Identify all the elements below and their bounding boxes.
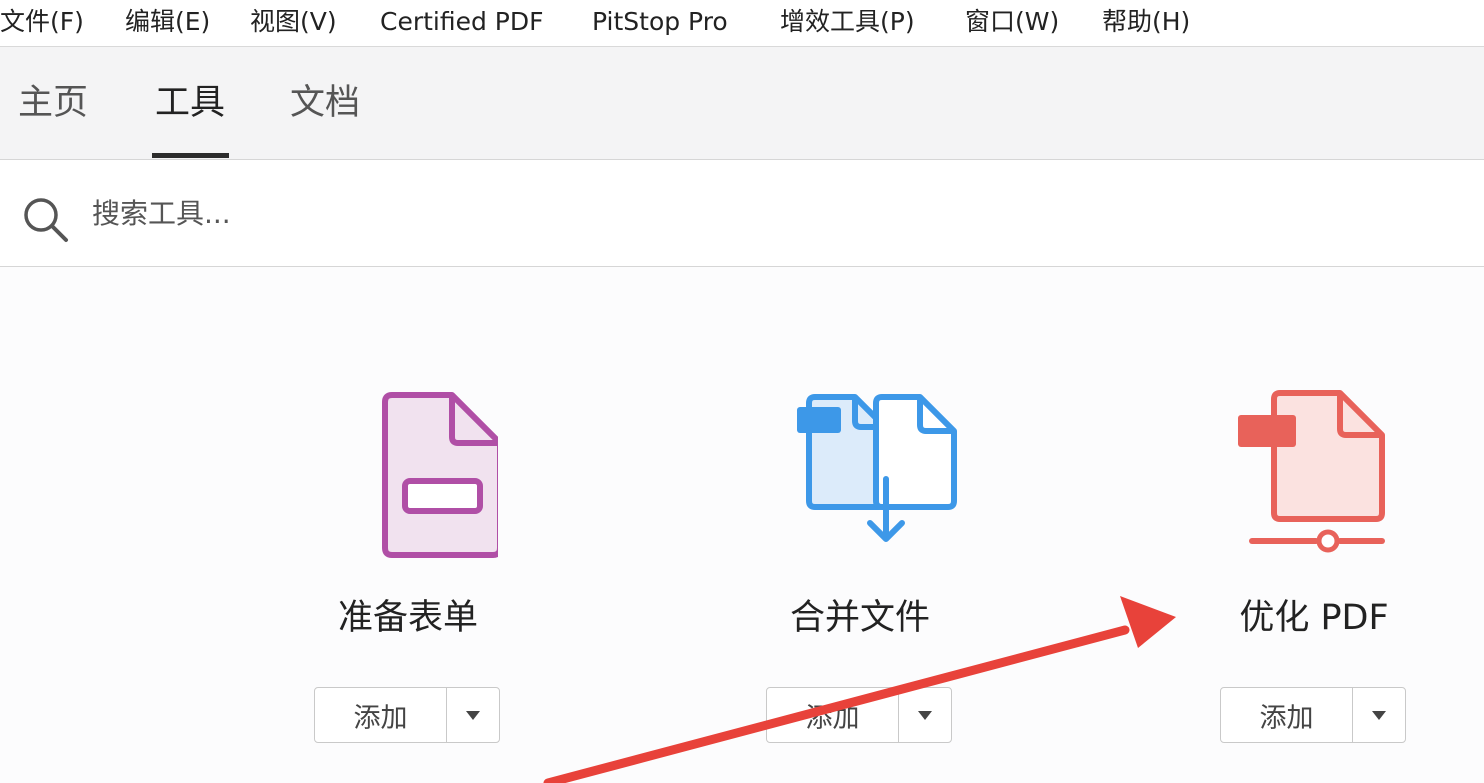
menu-pitstop-pro[interactable]: PitStop Pro	[592, 7, 728, 37]
tab-tools[interactable]: 工具	[155, 83, 225, 123]
menu-file[interactable]: 文件(F)	[0, 7, 84, 37]
add-button-prepare-form[interactable]: 添加	[315, 688, 447, 742]
menu-bar: 文件(F) 编辑(E) 视图(V) Certified PDF PitStop …	[0, 0, 1484, 47]
tab-bar: 主页 工具 文档	[0, 47, 1484, 160]
add-dropdown-prepare-form[interactable]	[447, 688, 499, 742]
search-icon[interactable]	[20, 194, 70, 244]
prepare-form-icon	[382, 392, 498, 558]
add-button-combine-files[interactable]: 添加	[767, 688, 899, 742]
chevron-down-icon	[466, 710, 480, 720]
menu-help[interactable]: 帮助(H)	[1102, 7, 1190, 37]
add-dropdown-optimize-pdf[interactable]	[1353, 688, 1405, 742]
tools-grid: 准备表单 添加 合并文件 添加 优化 PDF 添加	[0, 267, 1484, 783]
optimize-pdf-icon	[1238, 390, 1385, 553]
tool-name-prepare-form: 准备表单	[337, 598, 478, 638]
menu-window[interactable]: 窗口(W)	[965, 7, 1059, 37]
active-tab-indicator	[152, 153, 229, 158]
tab-home[interactable]: 主页	[18, 83, 88, 123]
tool-card-prepare-form[interactable]: 准备表单 添加	[278, 267, 538, 783]
add-dropdown-combine-files[interactable]	[899, 688, 951, 742]
combine-files-icon	[797, 394, 957, 542]
tab-document[interactable]: 文档	[290, 83, 360, 123]
chevron-down-icon	[918, 710, 932, 720]
menu-edit[interactable]: 编辑(E)	[125, 7, 210, 37]
tool-name-optimize-pdf: 优化 PDF	[1239, 598, 1389, 638]
add-split-button-optimize-pdf: 添加	[1220, 687, 1406, 743]
add-button-optimize-pdf[interactable]: 添加	[1221, 688, 1353, 742]
menu-plugins[interactable]: 增效工具(P)	[780, 7, 915, 37]
tool-card-combine-files[interactable]: 合并文件 添加	[730, 267, 990, 783]
tool-name-combine-files: 合并文件	[789, 598, 930, 638]
add-split-button-combine-files: 添加	[766, 687, 952, 743]
menu-view[interactable]: 视图(V)	[250, 7, 337, 37]
chevron-down-icon	[1372, 710, 1386, 720]
tool-card-optimize-pdf[interactable]: 优化 PDF 添加	[1184, 267, 1444, 783]
search-input[interactable]	[90, 192, 794, 234]
add-split-button-prepare-form: 添加	[314, 687, 500, 743]
tool-search-bar	[0, 160, 1484, 267]
menu-certified-pdf[interactable]: Certified PDF	[380, 7, 544, 37]
